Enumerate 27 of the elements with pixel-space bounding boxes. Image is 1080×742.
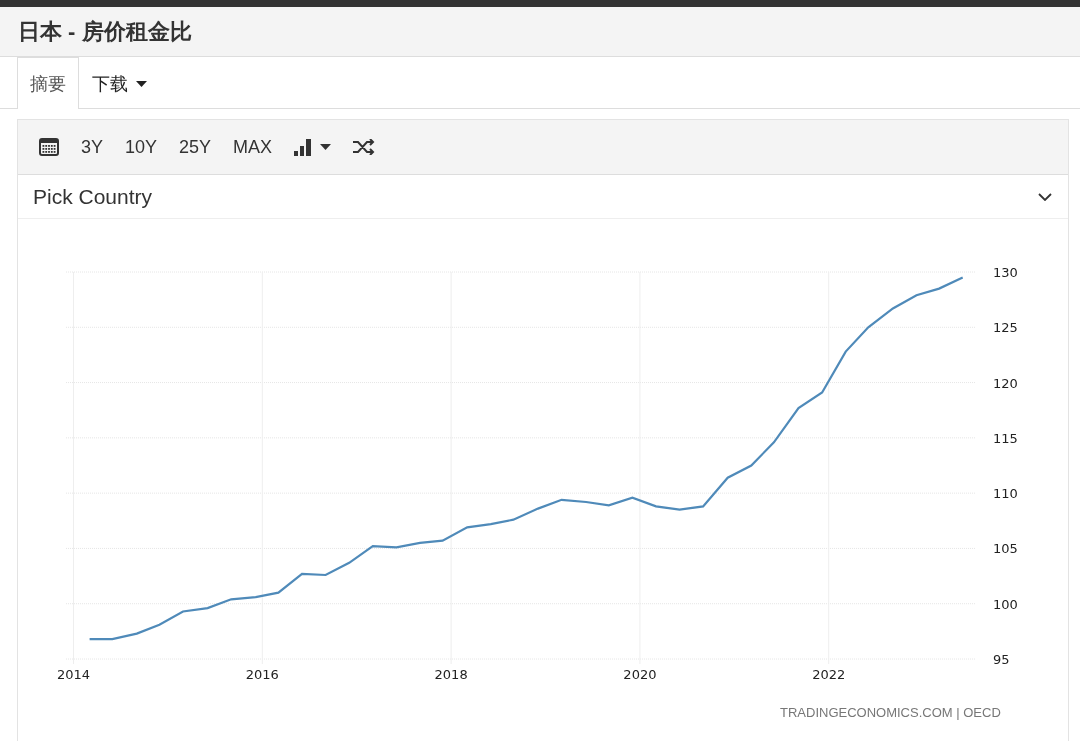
range-button[interactable]: 10Y bbox=[116, 130, 167, 164]
calendar-icon bbox=[39, 138, 59, 156]
y-axis-label: 120 bbox=[993, 375, 1018, 391]
x-axis-label: 2014 bbox=[57, 667, 91, 682]
source-credit: TRADINGECONOMICS.COM | OECD bbox=[780, 705, 1001, 720]
range-button[interactable]: MAX bbox=[224, 130, 282, 164]
y-axis-label: 130 bbox=[993, 265, 1018, 280]
range-button[interactable]: 25Y bbox=[170, 130, 221, 164]
y-axis-label: 100 bbox=[993, 596, 1018, 612]
bar-chart-icon bbox=[294, 138, 313, 156]
shuffle-icon bbox=[353, 139, 376, 155]
chevron-down-icon bbox=[1038, 192, 1052, 201]
y-axis-label: 95 bbox=[993, 652, 1010, 667]
page-title: 日本 - 房价租金比 bbox=[18, 17, 192, 46]
range-button[interactable]: 3Y bbox=[72, 130, 113, 164]
summary-tab[interactable]: 摘要 bbox=[17, 57, 79, 109]
y-axis-label: 110 bbox=[993, 486, 1018, 502]
y-axis-label: 125 bbox=[993, 320, 1018, 336]
caret-icon bbox=[136, 80, 147, 87]
download-dropdown[interactable]: 下载 bbox=[79, 57, 160, 109]
y-axis-label: 105 bbox=[993, 541, 1018, 557]
y-axis-label: 115 bbox=[993, 430, 1018, 446]
x-axis-label: 2020 bbox=[623, 667, 657, 682]
x-axis-label: 2016 bbox=[245, 667, 279, 682]
x-axis-label: 2018 bbox=[434, 667, 468, 682]
x-axis-label: 2022 bbox=[812, 667, 846, 682]
caret-icon bbox=[320, 144, 332, 150]
